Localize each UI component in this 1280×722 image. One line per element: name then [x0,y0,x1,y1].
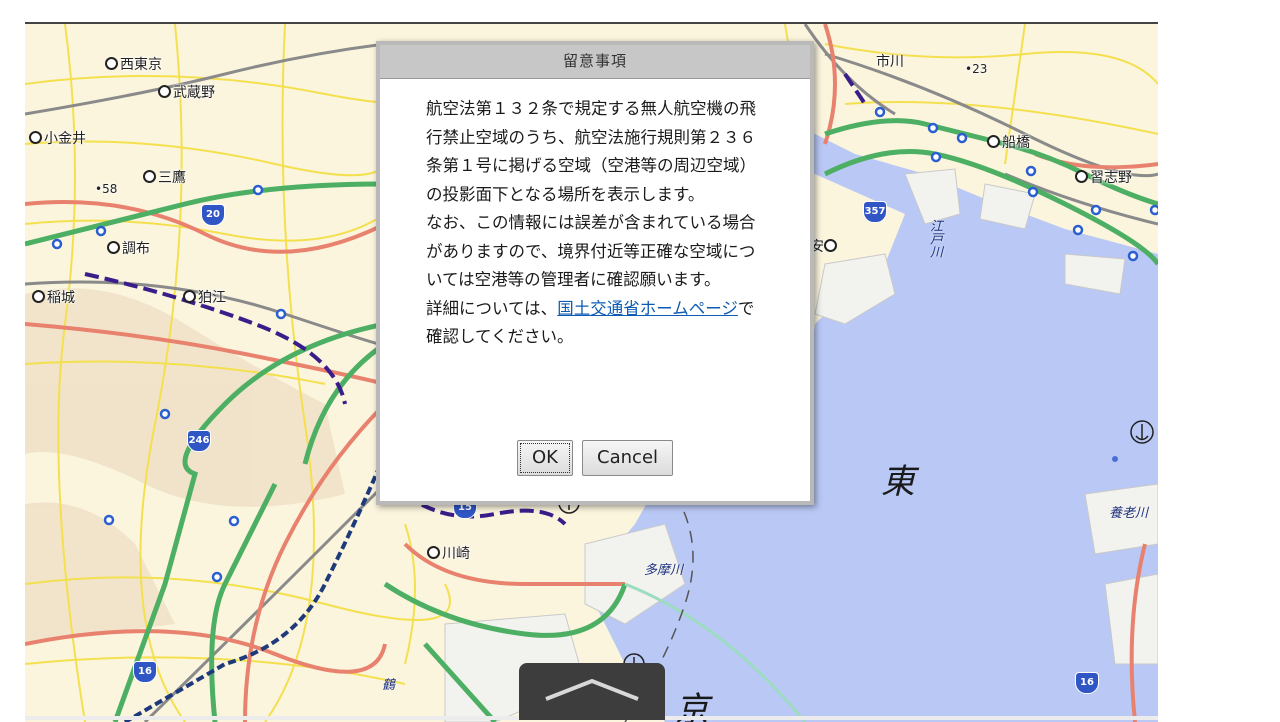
city-marker-icon [824,239,837,252]
dialog-body: 航空法第１３２条で規定する無人航空機の飛行禁止空域のうち、航空法施行規則第２３６… [380,79,810,352]
chevron-up-icon [545,678,639,701]
city-marker-icon [29,131,42,144]
place-mitaka: 三鷹 [143,167,186,187]
elevation-label: •23 [965,62,988,76]
city-marker-icon [158,85,171,98]
bay-label-higashi: 東 [881,462,915,502]
river-label-yorogawa: 養老川 [1109,506,1149,521]
city-marker-icon [32,290,45,303]
route-shield: 16 [1075,672,1099,694]
city-marker-icon [143,170,156,183]
dialog-paragraph-3: 詳細については、国土交通省ホームページで確認してください。 [426,295,764,352]
route-shield: 20 [201,204,225,226]
city-marker-icon [987,135,1000,148]
place-nishitokyo: 西東京 [105,54,162,74]
city-marker-icon [427,546,440,559]
place-chofu: 調布 [107,238,150,258]
elevation-label: •58 [95,182,118,196]
place-urayasu: 安 [810,236,839,256]
city-marker-icon [105,57,118,70]
area-label-tsurumi: 鶴 [382,678,396,693]
place-funabashi: 船橋 [987,132,1030,152]
place-kawasaki: 川崎 [427,543,470,563]
dialog-buttons: OK Cancel [380,440,810,476]
city-marker-icon [107,241,120,254]
dialog-paragraph-1: 航空法第１３２条で規定する無人航空機の飛行禁止空域のうち、航空法施行規則第２３６… [426,99,756,204]
place-ichikawa: 市川 [876,54,904,70]
place-musashino: 武蔵野 [158,82,215,102]
route-shield: 246 [187,430,211,452]
cancel-button[interactable]: Cancel [582,440,674,476]
city-marker-icon [1075,170,1088,183]
dialog-title: 留意事項 [380,45,810,79]
river-label-tamagawa: 多摩川 [644,563,684,578]
dialog-paragraph-2: なお、この情報には誤差が含まれている場合がありますので、境界付近等正確な空域につ… [426,213,756,289]
place-inagi: 稲城 [32,287,75,307]
notice-dialog: 留意事項 航空法第１３２条で規定する無人航空機の飛行禁止空域のうち、航空法施行規… [376,41,814,505]
river-label-edogawa: 江戸川 [927,219,942,258]
dialog-paragraph-3-prefix: 詳細については、 [426,298,558,318]
route-shield: 16 [133,661,157,683]
place-narashino: 習志野 [1075,167,1132,187]
route-shield: 357 [863,201,887,223]
place-koganei: 小金井 [29,128,86,148]
place-komae: 狛江 [183,287,226,307]
panel-toggle-button[interactable] [519,663,665,720]
ok-button[interactable]: OK [516,440,573,476]
mlit-homepage-link[interactable]: 国土交通省ホームページ [557,299,738,318]
city-marker-icon [183,290,196,303]
lighthouse-icon [1112,456,1118,462]
